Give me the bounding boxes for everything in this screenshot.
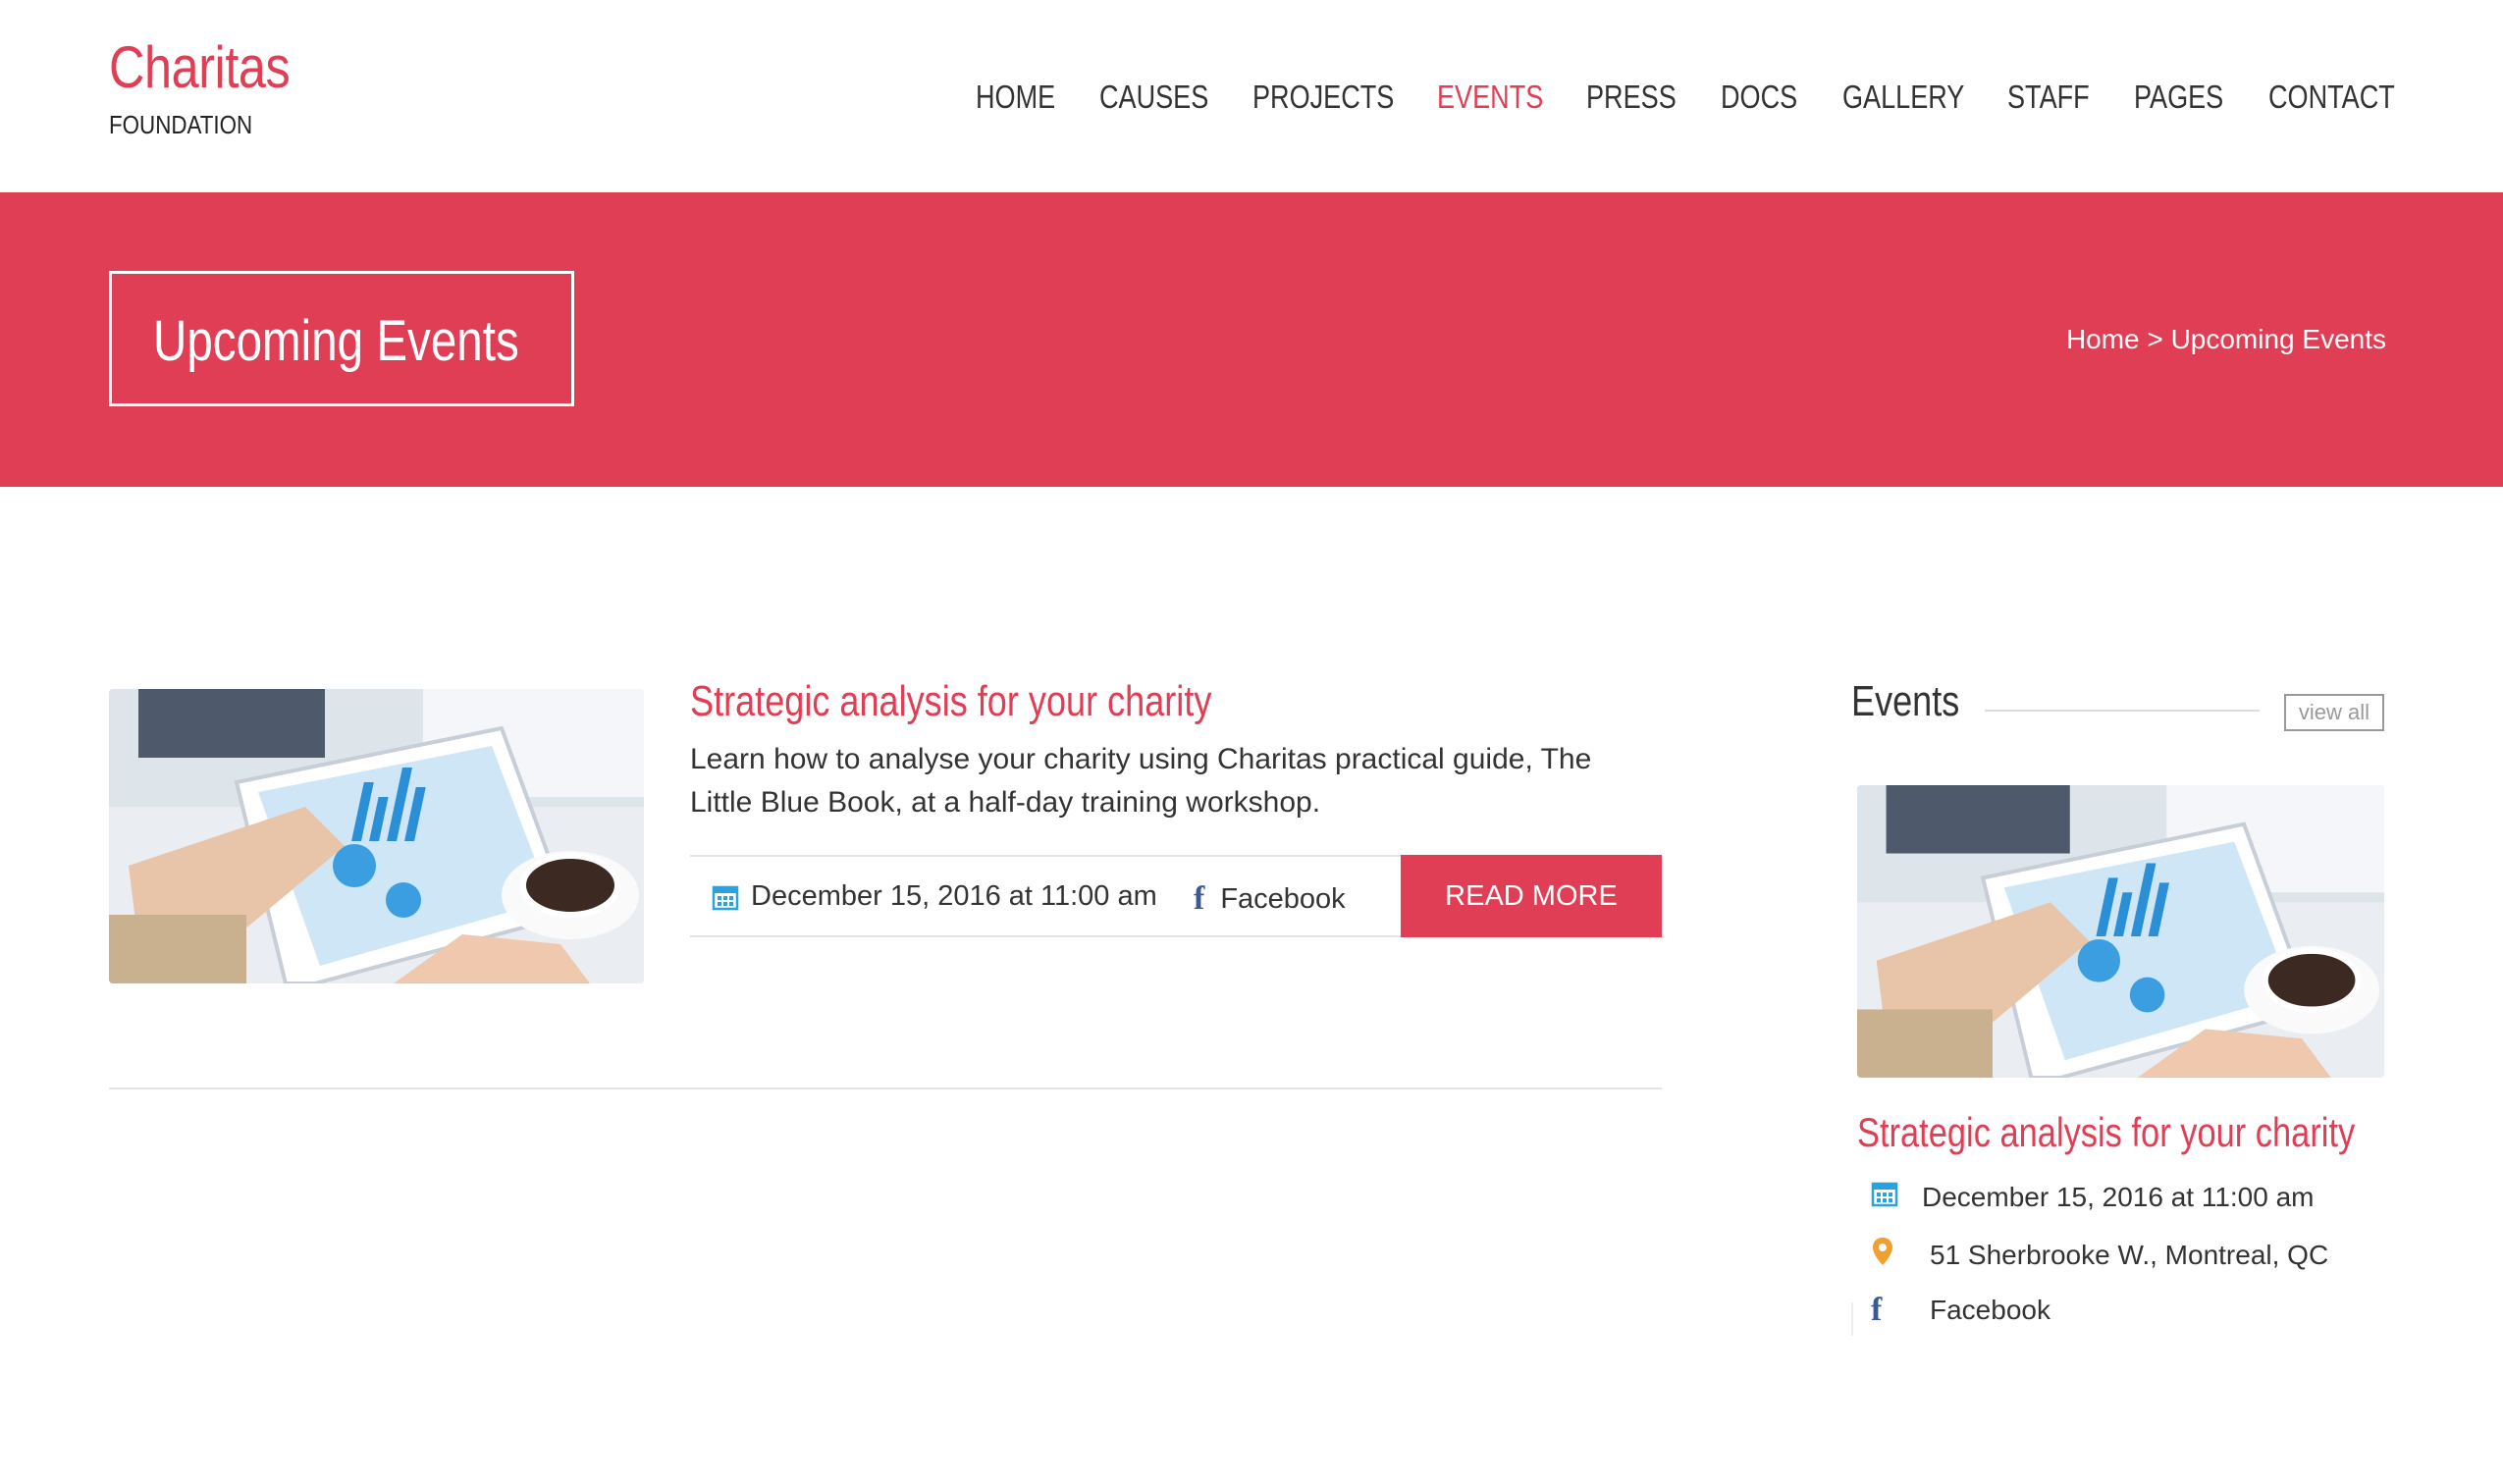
event-facebook-label: Facebook <box>1220 882 1346 915</box>
event-date: December 15, 2016 at 11:00 am <box>712 880 1157 913</box>
event-title[interactable]: Strategic analysis for your charity <box>690 677 1211 726</box>
facebook-icon: f <box>1871 1292 1883 1328</box>
nav-item-causes[interactable]: CAUSES <box>1099 79 1208 116</box>
nav-item-events[interactable]: EVENTS <box>1437 79 1543 116</box>
event-meta-bar: December 15, 2016 at 11:00 am f Facebook… <box>690 855 1662 937</box>
banner-title-box: Upcoming Events <box>109 271 574 406</box>
sidebar-events-heading: Events <box>1851 677 1960 725</box>
breadcrumb-home-link[interactable]: Home <box>2066 324 2140 354</box>
sidebar-event-date-text: December 15, 2016 at 11:00 am <box>1922 1181 2315 1212</box>
sidebar-event-facebook-label: Facebook <box>1930 1295 2050 1325</box>
site-header: Charitas FOUNDATION HOME CAUSES PROJECTS… <box>0 0 2503 192</box>
breadcrumb-current: Upcoming Events <box>2170 324 2386 354</box>
nav-item-staff[interactable]: STAFF <box>2007 79 2090 116</box>
breadcrumb-separator: > <box>2147 324 2163 354</box>
event-description: Learn how to analyse your charity using … <box>690 743 1592 819</box>
sidebar-event-date: December 15, 2016 at 11:00 am <box>1871 1180 2315 1214</box>
page-title: Upcoming Events <box>153 309 519 373</box>
tablet-chart-image <box>109 689 644 983</box>
sidebar-event-facebook-link[interactable]: f Facebook <box>1871 1292 2050 1329</box>
breadcrumb: Home > Upcoming Events <box>2066 324 2386 355</box>
logo-title[interactable]: Charitas <box>109 33 291 101</box>
sidebar-event-title[interactable]: Strategic analysis for your charity <box>1857 1109 2355 1156</box>
nav-item-home[interactable]: HOME <box>976 79 1055 116</box>
location-pin-icon <box>1871 1237 1900 1273</box>
view-all-button[interactable]: view all <box>2284 694 2384 731</box>
event-divider <box>109 1087 1662 1089</box>
calendar-icon <box>712 885 739 910</box>
logo-subtitle: FOUNDATION <box>109 110 253 139</box>
event-date-text: December 15, 2016 at 11:00 am <box>751 880 1157 912</box>
sidebar-event-thumbnail[interactable] <box>1857 785 2384 1078</box>
sidebar-event-location-text: 51 Sherbrooke W., Montreal, QC <box>1930 1239 2329 1270</box>
nav-item-press[interactable]: PRESS <box>1586 79 1677 116</box>
read-more-button[interactable]: READ MORE <box>1401 855 1662 937</box>
event-thumbnail[interactable] <box>109 689 644 983</box>
nav-item-contact[interactable]: CONTACT <box>2268 79 2395 116</box>
nav-item-gallery[interactable]: GALLERY <box>1842 79 1964 116</box>
event-facebook-link[interactable]: f Facebook <box>1194 880 1346 918</box>
sidebar-heading-line <box>1985 710 2260 712</box>
nav-item-docs[interactable]: DOCS <box>1721 79 1797 116</box>
tablet-chart-image <box>1857 785 2384 1078</box>
sidebar-event-location: 51 Sherbrooke W., Montreal, QC <box>1871 1237 2328 1273</box>
facebook-icon: f <box>1194 880 1205 917</box>
page-banner: Upcoming Events Home > Upcoming Events <box>0 192 2503 487</box>
calendar-icon <box>1871 1180 1900 1214</box>
sidebar-edge-mark <box>1851 1302 1853 1336</box>
nav-item-projects[interactable]: PROJECTS <box>1252 79 1394 116</box>
nav-item-pages[interactable]: PAGES <box>2134 79 2223 116</box>
